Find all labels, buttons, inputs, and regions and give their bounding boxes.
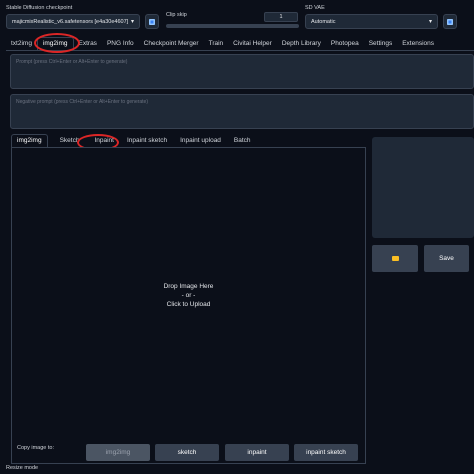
copy-to-img2img-button[interactable]: img2img <box>86 444 150 461</box>
upload-click-text: Click to Upload <box>166 301 211 308</box>
open-folder-button[interactable] <box>372 245 418 272</box>
checkpoint-refresh-button[interactable] <box>145 14 159 29</box>
refresh-icon <box>447 18 453 25</box>
tab-inpaint-upload[interactable]: Inpaint upload <box>172 135 226 147</box>
vae-refresh-button[interactable] <box>443 14 457 29</box>
tab-batch[interactable]: Batch <box>226 135 256 147</box>
generate-area <box>372 137 474 238</box>
negative-prompt-textarea[interactable]: Negative prompt (press Ctrl+Enter or Alt… <box>10 94 474 129</box>
copy-to-sketch-button[interactable]: sketch <box>155 444 219 461</box>
copy-to-inpaint-sketch-button[interactable]: inpaint sketch <box>294 444 358 461</box>
tab-depth-library[interactable]: Depth Library <box>277 38 326 50</box>
clip-skip-slider[interactable] <box>166 24 299 28</box>
refresh-icon <box>149 18 155 25</box>
tab-txt2img[interactable]: txt2img <box>6 38 37 50</box>
vae-value: Automatic <box>311 18 336 25</box>
sub-tab-bar: img2img Sketch Inpaint Inpaint sketch In… <box>11 134 366 147</box>
upload-drop-text: Drop Image Here <box>163 283 214 290</box>
tab-settings[interactable]: Settings <box>364 38 398 50</box>
tab-train[interactable]: Train <box>204 38 229 50</box>
main-tab-bar: txt2img img2img Extras PNG Info Checkpoi… <box>6 37 472 50</box>
tab-extensions[interactable]: Extensions <box>397 38 439 50</box>
checkpoint-dropdown[interactable]: majicmixRealistic_v6.safetensors [e4a30e… <box>6 14 140 29</box>
chevron-down-icon: ▾ <box>130 19 134 25</box>
image-upload-area[interactable]: Drop Image Here - or - Click to Upload <box>12 148 365 438</box>
copy-image-label: Copy image to: <box>17 445 54 451</box>
upload-or-text: - or - <box>181 292 196 299</box>
tab-inpaint-sketch[interactable]: Inpaint sketch <box>119 135 172 147</box>
tab-photopea[interactable]: Photopea <box>326 38 364 50</box>
tab-inpaint[interactable]: Inpaint <box>84 135 119 147</box>
vae-dropdown[interactable]: Automatic ▾ <box>305 14 438 29</box>
folder-icon <box>391 256 399 261</box>
vae-label: SD VAE <box>305 5 325 11</box>
checkpoint-value: majicmixRealistic_v6.safetensors [e4a30e… <box>12 18 129 25</box>
tab-sketch[interactable]: Sketch <box>48 135 85 147</box>
copy-to-inpaint-button[interactable]: inpaint <box>225 444 289 461</box>
tab-civitai-helper[interactable]: Civitai Helper <box>228 38 277 50</box>
save-button[interactable]: Save <box>424 245 469 272</box>
tab-extras[interactable]: Extras <box>74 38 102 50</box>
chevron-down-icon: ▾ <box>428 19 432 25</box>
clip-skip-number-input[interactable]: 1 <box>264 12 298 22</box>
prompt-textarea[interactable]: Prompt (press Ctrl+Enter or Alt+Enter to… <box>10 54 474 89</box>
checkpoint-label: Stable Diffusion checkpoint <box>6 5 73 11</box>
tab-png-info[interactable]: PNG Info <box>102 38 139 50</box>
resize-mode-label: Resize mode <box>6 465 39 471</box>
tab-divider <box>6 50 474 51</box>
tab-checkpoint-merger[interactable]: Checkpoint Merger <box>139 38 204 50</box>
tab-img2img[interactable]: img2img <box>36 37 74 50</box>
tab-sub-img2img[interactable]: img2img <box>11 134 48 147</box>
clip-skip-label: Clip skip <box>166 12 187 18</box>
